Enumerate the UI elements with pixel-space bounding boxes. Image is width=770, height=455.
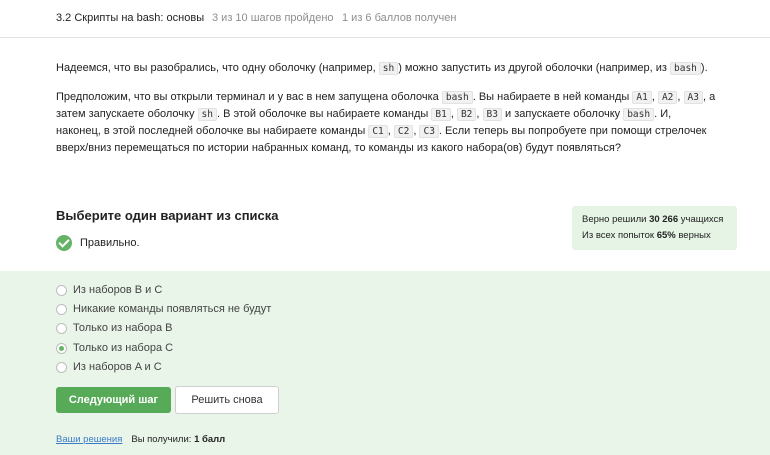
text-fragment: . В этой оболочке вы набираете команды (216, 108, 429, 120)
text-fragment: . Вы набираете в ней команды (472, 91, 630, 103)
option-item[interactable]: Из наборов B и C (56, 283, 162, 297)
code-inline: sh (378, 62, 399, 75)
top-bar: 3.2 Скрипты на bash: основы 3 из 10 шаго… (0, 0, 770, 38)
option-item[interactable]: Только из набора B (56, 321, 172, 335)
text-fragment: , (677, 91, 681, 103)
code-inline: B2 (456, 108, 477, 121)
question-paragraph-1: Надеемся, что вы разобрались, что одну о… (56, 60, 716, 77)
radio-button[interactable] (56, 342, 67, 354)
stats-text: верных (678, 230, 711, 241)
text-fragment: , (450, 108, 454, 120)
text-fragment: , (413, 125, 417, 137)
stats-percent: 65% (656, 230, 676, 241)
stats-box: Верно решили 30 266 учащихся Из всех поп… (572, 206, 737, 250)
result-text: Правильно. (80, 237, 140, 249)
your-solutions-link[interactable]: Ваши решения (56, 434, 122, 445)
question-text: Надеемся, что вы разобрались, что одну о… (56, 60, 716, 169)
check-circle-icon (56, 235, 72, 251)
code-inline: C2 (393, 125, 414, 138)
option-item[interactable]: Из наборов A и C (56, 360, 162, 374)
score-progress: 1 из 6 баллов получен (342, 12, 457, 24)
radio-button[interactable] (56, 303, 67, 315)
code-inline: B3 (482, 108, 502, 121)
code-inline: C3 (419, 125, 439, 138)
radio-button[interactable] (56, 284, 67, 296)
code-inline: B1 (431, 108, 451, 121)
code-inline: A1 (632, 91, 652, 104)
choose-heading: Выберите один вариант из списка (56, 208, 279, 223)
text-fragment: ). (700, 62, 708, 74)
option-item[interactable]: Никакие команды появляться не будут (56, 302, 271, 316)
option-label[interactable]: Из наборов A и C (73, 361, 162, 373)
option-item[interactable]: Только из набора C (56, 341, 173, 355)
code-inline: C1 (368, 125, 388, 138)
steps-progress: 3 из 10 шагов пройдено (212, 12, 334, 24)
text-fragment: Предположим, что вы открыли терминал и у… (56, 91, 439, 103)
option-label[interactable]: Только из набора C (73, 342, 173, 354)
next-step-button[interactable]: Следующий шаг (56, 387, 171, 413)
text-fragment: , (387, 125, 391, 137)
stats-count: 30 266 (649, 214, 679, 225)
radio-button[interactable] (56, 322, 67, 334)
points-received: Вы получили: 1 балл (131, 434, 225, 445)
stats-text: Из всех попыток (582, 230, 655, 241)
radio-button[interactable] (56, 361, 67, 373)
stats-text: учащихся (680, 214, 724, 225)
code-inline: bash (623, 108, 655, 121)
option-label[interactable]: Из наборов B и C (73, 284, 162, 296)
text-fragment: и запускаете оболочку (505, 108, 621, 120)
code-inline: bash (441, 91, 473, 104)
code-inline: A3 (683, 91, 703, 104)
lesson-title[interactable]: 3.2 Скрипты на bash: основы (56, 12, 204, 24)
text-fragment: Надеемся, что вы разобрались, что одну о… (56, 62, 376, 74)
option-label[interactable]: Никакие команды появляться не будут (73, 303, 271, 315)
option-label[interactable]: Только из набора B (73, 322, 172, 334)
points-value: 1 балл (194, 434, 226, 445)
code-inline: bash (670, 62, 701, 75)
code-inline: sh (197, 108, 217, 121)
text-fragment: ) можно запустить из другой оболочки (на… (398, 62, 667, 74)
result-row: Правильно. (56, 234, 140, 252)
code-inline: A2 (657, 91, 678, 104)
stats-line-2: Из всех попыток 65% верных (582, 228, 727, 244)
footer-row: Ваши решения Вы получили: 1 балл (56, 434, 225, 445)
solve-again-button[interactable]: Решить снова (175, 386, 279, 414)
points-label: Вы получили: (131, 434, 192, 445)
stats-text: Верно решили (582, 214, 647, 225)
stats-line-1: Верно решили 30 266 учащихся (582, 212, 727, 228)
text-fragment: , (651, 91, 655, 103)
question-paragraph-2: Предположим, что вы открыли терминал и у… (56, 89, 716, 157)
text-fragment: , (476, 108, 480, 120)
